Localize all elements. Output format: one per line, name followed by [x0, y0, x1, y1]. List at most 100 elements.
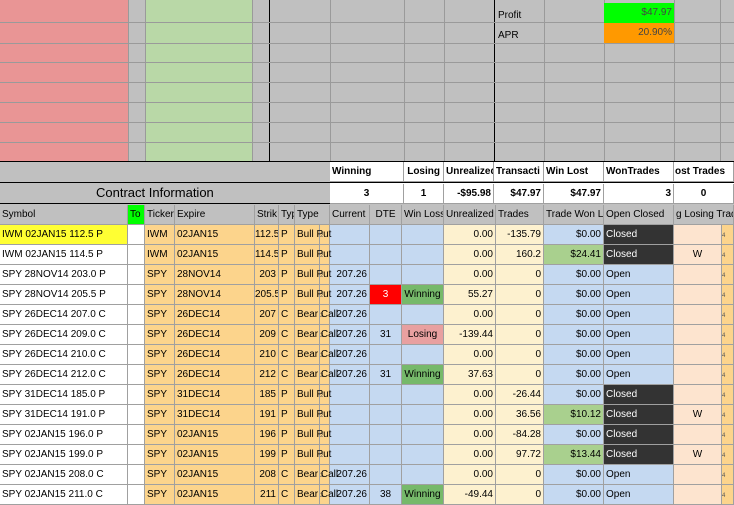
cell-expire[interactable]: 02JAN15: [175, 225, 255, 245]
cell-expire[interactable]: 02JAN15: [175, 245, 255, 265]
cell-dte[interactable]: [370, 225, 402, 245]
cell-trades[interactable]: 0: [496, 365, 544, 385]
cell-typ[interactable]: C: [279, 345, 295, 365]
cell-strike[interactable]: 205.5: [255, 285, 279, 305]
cell-expire[interactable]: 26DEC14: [175, 305, 255, 325]
cell-ticker[interactable]: SPY: [145, 265, 175, 285]
cell-type[interactable]: Bear Call: [295, 465, 338, 485]
cell-to[interactable]: [128, 245, 145, 265]
cell-current[interactable]: [330, 385, 370, 405]
cell-win-loss[interactable]: [402, 405, 444, 425]
cell-type[interactable]: Bull Put: [295, 265, 331, 285]
cell-current[interactable]: [330, 445, 370, 465]
cell-ticker[interactable]: SPY: [145, 365, 175, 385]
cell-losing-trade[interactable]: [674, 265, 722, 285]
cell-trade-won[interactable]: $0.00: [544, 385, 604, 405]
cell-symbol[interactable]: IWM 02JAN15 114.5 P: [0, 245, 128, 265]
cell-expire[interactable]: 02JAN15: [175, 485, 255, 505]
cell-typ[interactable]: P: [279, 285, 295, 305]
cell-dte[interactable]: 3: [370, 285, 402, 305]
cell-typ[interactable]: C: [279, 485, 295, 505]
cell-losing-trade[interactable]: [674, 285, 722, 305]
cell-edge-marker[interactable]: 4: [722, 405, 734, 425]
cell-edge-marker[interactable]: 4: [722, 385, 734, 405]
cell-type[interactable]: Bear Call: [295, 305, 338, 325]
cell-losing-trade[interactable]: [674, 345, 722, 365]
cell-typ[interactable]: P: [279, 445, 295, 465]
cell-unrealized[interactable]: 0.00: [444, 445, 496, 465]
cell-strike[interactable]: 209: [255, 325, 279, 345]
cell-dte[interactable]: [370, 405, 402, 425]
cell-typ[interactable]: P: [279, 225, 295, 245]
cell-strike[interactable]: 210: [255, 345, 279, 365]
cell-type[interactable]: Bull Put: [295, 225, 331, 245]
cell-trades[interactable]: 97.72: [496, 445, 544, 465]
stats-losttrades-value[interactable]: 0: [674, 184, 734, 204]
stats-wontrades-value[interactable]: 3: [604, 184, 674, 204]
cell-type[interactable]: Bear Call: [295, 485, 338, 505]
cell-dte[interactable]: [370, 465, 402, 485]
cell-open-closed[interactable]: Open: [604, 465, 674, 485]
cell-strike[interactable]: 212: [255, 365, 279, 385]
cell-win-loss[interactable]: Winning: [402, 365, 444, 385]
cell-unrealized[interactable]: -49.44: [444, 485, 496, 505]
cell-symbol[interactable]: SPY 02JAN15 196.0 P: [0, 425, 128, 445]
cell-open-closed[interactable]: Open: [604, 265, 674, 285]
cell-edge-marker[interactable]: 4: [722, 445, 734, 465]
cell-symbol[interactable]: SPY 02JAN15 199.0 P: [0, 445, 128, 465]
cell-to[interactable]: [128, 425, 145, 445]
cell-ticker[interactable]: SPY: [145, 305, 175, 325]
cell-open-closed[interactable]: Open: [604, 325, 674, 345]
cell-ticker[interactable]: IWM: [145, 225, 175, 245]
col-current[interactable]: Current: [330, 205, 370, 225]
cell-unrealized[interactable]: 0.00: [444, 265, 496, 285]
cell-typ[interactable]: P: [279, 265, 295, 285]
cell-win-loss[interactable]: Winning: [402, 485, 444, 505]
cell-symbol[interactable]: SPY 31DEC14 191.0 P: [0, 405, 128, 425]
col-dte[interactable]: DTE: [370, 205, 402, 225]
cell-ticker[interactable]: SPY: [145, 385, 175, 405]
cell-ticker[interactable]: SPY: [145, 465, 175, 485]
cell-typ[interactable]: C: [279, 305, 295, 325]
cell-open-closed[interactable]: Open: [604, 365, 674, 385]
col-trades[interactable]: Trades: [496, 205, 544, 225]
col-strike[interactable]: Strik: [255, 205, 279, 225]
col-expire[interactable]: Expire: [175, 205, 255, 225]
cell-trades[interactable]: 0: [496, 345, 544, 365]
cell-open-closed[interactable]: Closed: [604, 445, 674, 465]
cell-unrealized[interactable]: 0.00: [444, 425, 496, 445]
cell-losing-trade[interactable]: [674, 305, 722, 325]
cell-unrealized[interactable]: 0.00: [444, 305, 496, 325]
cell-trade-won[interactable]: $0.00: [544, 365, 604, 385]
cell-expire[interactable]: 28NOV14: [175, 285, 255, 305]
cell-losing-trade[interactable]: [674, 485, 722, 505]
stats-unrealized-value[interactable]: -$95.98: [444, 184, 494, 204]
cell-strike[interactable]: 199: [255, 445, 279, 465]
cell-trade-won[interactable]: $24.41: [544, 245, 604, 265]
cell-unrealized[interactable]: 0.00: [444, 385, 496, 405]
cell-win-loss[interactable]: [402, 265, 444, 285]
col-win-loss[interactable]: Win Loss: [402, 205, 444, 225]
cell-strike[interactable]: 211: [255, 485, 279, 505]
cell-strike[interactable]: 191: [255, 405, 279, 425]
cell-symbol[interactable]: SPY 02JAN15 211.0 C: [0, 485, 128, 505]
cell-open-closed[interactable]: Closed: [604, 245, 674, 265]
cell-edge-marker[interactable]: 4: [722, 465, 734, 485]
cell-win-loss[interactable]: [402, 445, 444, 465]
cell-typ[interactable]: P: [279, 385, 295, 405]
cell-to[interactable]: [128, 325, 145, 345]
cell-dte[interactable]: 38: [370, 485, 402, 505]
cell-win-loss[interactable]: [402, 305, 444, 325]
cell-type[interactable]: Bull Put: [295, 385, 331, 405]
cell-open-closed[interactable]: Open: [604, 345, 674, 365]
cell-trades[interactable]: 0: [496, 485, 544, 505]
cell-trade-won[interactable]: $0.00: [544, 225, 604, 245]
cell-strike[interactable]: 203: [255, 265, 279, 285]
cell-trade-won[interactable]: $0.00: [544, 425, 604, 445]
cell-strike[interactable]: 208: [255, 465, 279, 485]
cell-current[interactable]: [330, 225, 370, 245]
cell-strike[interactable]: 207: [255, 305, 279, 325]
cell-win-loss[interactable]: Winning: [402, 285, 444, 305]
col-losing-trade[interactable]: g Losing Trad: [674, 205, 734, 225]
cell-to[interactable]: [128, 225, 145, 245]
